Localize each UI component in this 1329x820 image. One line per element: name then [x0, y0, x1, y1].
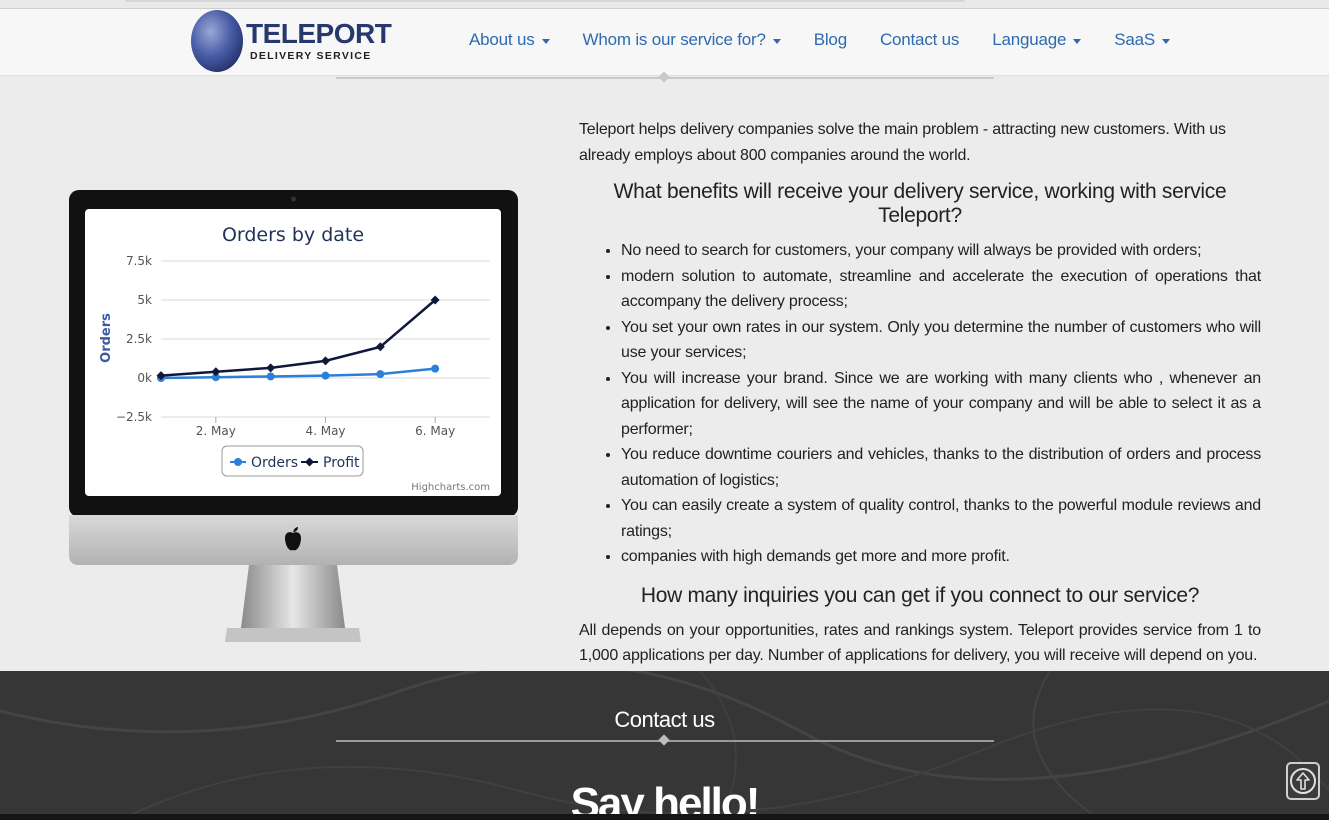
- data-point-orders[interactable]: [431, 364, 440, 373]
- nav-label: Contact us: [879, 30, 960, 49]
- chart-ylabel: Orders: [99, 313, 114, 363]
- monitor-stand: [241, 565, 345, 628]
- nav-blog[interactable]: Blog: [814, 30, 847, 50]
- list-item: You set your own rates in our system. On…: [621, 315, 1261, 366]
- inquiries-heading: How many inquiries you can get if you co…: [640, 583, 1200, 607]
- bottom-bar: [0, 814, 1329, 820]
- nav-about-us[interactable]: About us: [469, 30, 550, 50]
- main-nav: About us Whom is our service for? Blog C…: [469, 9, 1203, 71]
- chart-title: Orders by date: [222, 224, 364, 246]
- logo[interactable]: TELEPORT DELIVERY SERVICE: [190, 9, 392, 75]
- x-tick-label: 2. May: [196, 424, 236, 438]
- nav-label: About us: [469, 30, 535, 49]
- top-strip-bar: [125, 0, 965, 2]
- contact-section: Contact us Say hello!: [0, 671, 1329, 820]
- x-tick-label: 4. May: [305, 424, 345, 438]
- benefits-heading: What benefits will receive your delivery…: [613, 180, 1227, 227]
- camera-dot: [291, 196, 296, 202]
- nav-saas[interactable]: SaaS: [1114, 30, 1171, 50]
- caret-down-icon: [772, 38, 781, 44]
- scroll-to-top-button[interactable]: [1286, 762, 1320, 800]
- site-header: TELEPORT DELIVERY SERVICE About us Whom …: [0, 9, 1329, 76]
- section-divider: [336, 71, 994, 83]
- benefits-list: No need to search for customers, your co…: [579, 238, 1261, 570]
- nav-contact-us[interactable]: Contact us: [880, 30, 959, 50]
- nav-label: SaaS: [1114, 30, 1156, 49]
- list-item: You will increase your brand. Since we a…: [621, 366, 1261, 443]
- legend-label: Orders: [251, 455, 298, 471]
- y-tick-label: 5k: [137, 293, 152, 307]
- browser-top-strip: [0, 0, 1329, 9]
- brand-name: TELEPORT: [246, 18, 392, 49]
- data-point-orders[interactable]: [376, 370, 385, 379]
- monitor-illustration: Orders by date Orders 7.5k 5k 2.5k 0k −2.5k …: [69, 190, 518, 645]
- caret-down-icon: [1162, 38, 1171, 44]
- chart-credits: Highcharts.com: [411, 482, 490, 493]
- y-tick-label: −2.5k: [116, 410, 152, 424]
- globe-logo-icon: [191, 10, 243, 72]
- list-item: You can easily create a system of qualit…: [621, 493, 1261, 544]
- y-tick-label: 0k: [137, 371, 152, 385]
- y-tick-label: 7.5k: [126, 254, 152, 268]
- arrow-up-circle-icon: [1290, 768, 1316, 794]
- intro-paragraph: Teleport helps delivery companies solve …: [579, 121, 1226, 164]
- legend-label: Profit: [323, 455, 360, 471]
- contact-title: Contact us: [614, 707, 715, 732]
- monitor-base: [225, 628, 361, 642]
- content-text: Teleport helps delivery companies solve …: [579, 117, 1261, 669]
- brand-tagline: DELIVERY SERVICE: [250, 50, 372, 62]
- list-item: modern solution to automate, streamline …: [621, 264, 1261, 315]
- nav-label: Language: [992, 30, 1067, 49]
- nav-language[interactable]: Language: [992, 30, 1082, 50]
- x-tick-label: 6. May: [415, 424, 455, 438]
- y-tick-label: 2.5k: [126, 332, 152, 346]
- nav-label: Whom is our service for?: [582, 30, 766, 49]
- nav-label: Blog: [813, 30, 847, 49]
- list-item: You reduce downtime couriers and vehicle…: [621, 442, 1261, 493]
- contact-divider: [336, 734, 994, 746]
- caret-down-icon: [541, 38, 550, 44]
- list-item: companies with high demands get more and…: [621, 544, 1261, 570]
- list-item: No need to search for customers, your co…: [621, 238, 1261, 264]
- caret-down-icon: [1073, 38, 1082, 44]
- inquiries-paragraph: All depends on your opportunities, rates…: [579, 621, 1261, 665]
- data-point-orders[interactable]: [321, 371, 330, 380]
- monitor-svg: Orders by date Orders 7.5k5k2.5k0k−2.5k …: [69, 190, 518, 642]
- nav-whom-is-our-service-for[interactable]: Whom is our service for?: [583, 30, 781, 50]
- data-point-orders[interactable]: [266, 372, 275, 381]
